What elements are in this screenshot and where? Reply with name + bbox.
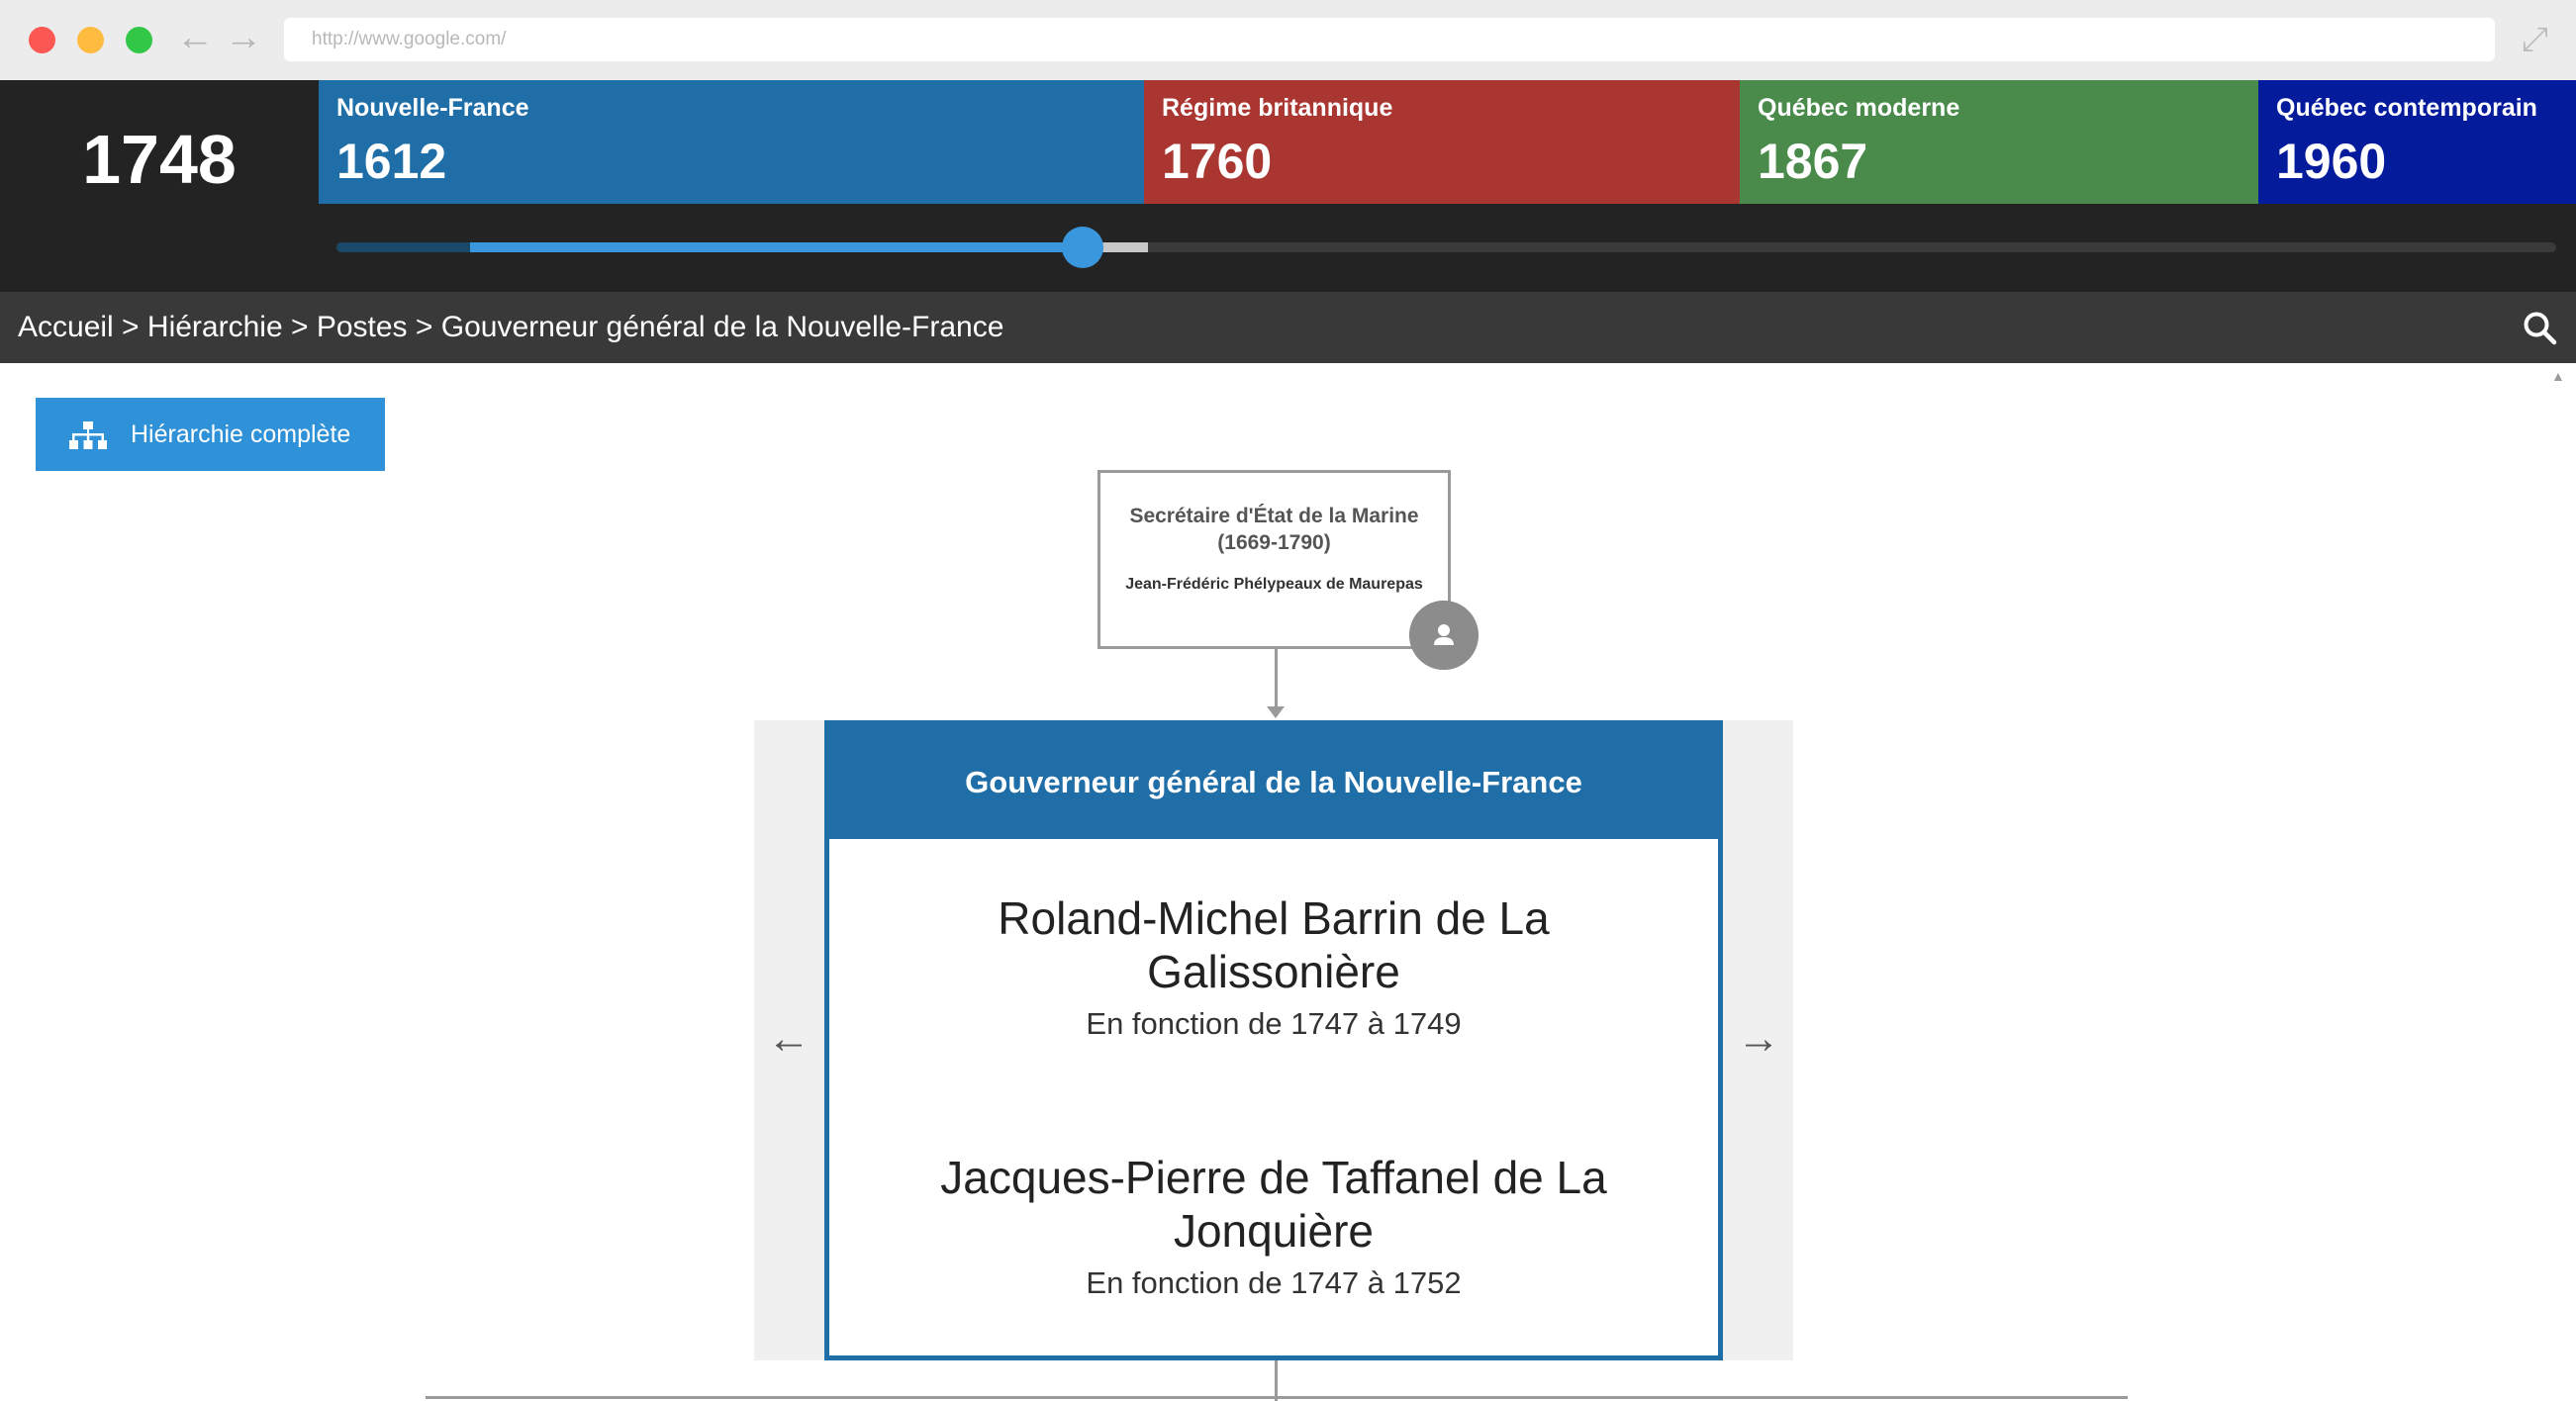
timeline-slider-past — [336, 242, 470, 252]
post-card: Gouverneur général de la Nouvelle-France… — [824, 720, 1723, 1360]
browser-chrome: ← → http://www.google.com/ ⤢ — [0, 0, 2576, 80]
breadcrumb-home[interactable]: Accueil — [18, 311, 114, 343]
era-regime-britannique[interactable]: Régime britannique 1760 — [1144, 80, 1740, 204]
current-year: 1748 — [82, 121, 237, 198]
parent-post-holder: Jean-Frédéric Phélypeaux de Maurepas — [1125, 576, 1423, 593]
breadcrumb-hierarchy[interactable]: Hiérarchie — [147, 311, 283, 343]
era-quebec-moderne[interactable]: Québec moderne 1867 — [1740, 80, 2258, 204]
minimize-window-button[interactable] — [77, 27, 104, 53]
connector-arrow-icon — [1267, 706, 1285, 718]
era-nouvelle-france[interactable]: Nouvelle-France 1612 — [319, 80, 1144, 204]
forward-arrow-icon[interactable]: → — [225, 18, 262, 57]
era-name: Régime britannique — [1162, 94, 1393, 122]
parent-post-card[interactable]: Secrétaire d'État de la Marine (1669-179… — [1097, 470, 1451, 649]
holder-term: En fonction de 1747 à 1749 — [1086, 1006, 1462, 1041]
post-holder[interactable]: Jacques-Pierre de Taffanel de La Jonquiè… — [829, 1151, 1718, 1301]
era-name: Québec contemporain — [2276, 94, 2537, 122]
hierarchy-connector — [1275, 1360, 1278, 1401]
maximize-window-button[interactable] — [126, 27, 152, 53]
era-name: Québec moderne — [1758, 94, 1960, 122]
back-arrow-icon[interactable]: ← — [176, 18, 214, 57]
timeline-header: 1748 Nouvelle-France 1612 Régime britann… — [0, 80, 2576, 292]
breadcrumb-posts[interactable]: Postes — [317, 311, 408, 343]
url-bar[interactable]: http://www.google.com/ — [284, 18, 2495, 61]
user-icon[interactable] — [1409, 601, 1479, 670]
breadcrumb-current: Gouverneur général de la Nouvelle-France — [440, 311, 1004, 343]
era-year: 1867 — [1758, 134, 1868, 189]
holder-name: Jacques-Pierre de Taffanel de La Jonquiè… — [940, 1152, 1607, 1257]
holder-term: En fonction de 1747 à 1752 — [1086, 1265, 1462, 1300]
era-name: Nouvelle-France — [336, 94, 529, 122]
full-hierarchy-button[interactable]: Hiérarchie complète — [36, 398, 385, 471]
org-chart-icon — [69, 421, 107, 449]
breadcrumb-separator: > — [113, 311, 147, 343]
holder-name: Roland-Michel Barrin de La Galissonière — [998, 892, 1550, 997]
era-year: 1612 — [336, 134, 447, 189]
close-window-button[interactable] — [29, 27, 55, 53]
timeline-slider-handle[interactable] — [1062, 227, 1103, 268]
breadcrumb-separator: > — [407, 311, 441, 343]
era-quebec-contemporain[interactable]: Québec contemporain 1960 — [2258, 80, 2576, 204]
post-holder[interactable]: Roland-Michel Barrin de La Galissonière … — [829, 891, 1718, 1042]
era-year: 1760 — [1162, 134, 1273, 189]
hierarchy-connector — [1275, 649, 1278, 710]
children-connector-line — [426, 1396, 2128, 1399]
breadcrumb-separator: > — [282, 311, 317, 343]
breadcrumb-bar: Accueil > Hiérarchie > Postes > Gouverne… — [0, 292, 2576, 363]
search-icon[interactable] — [2522, 310, 2557, 345]
arrow-left-icon[interactable]: ← — [767, 1014, 811, 1064]
parent-post-title: Secrétaire d'État de la Marine (1669-179… — [1129, 505, 1419, 554]
era-year: 1960 — [2276, 134, 2387, 189]
breadcrumb: Accueil > Hiérarchie > Postes > Gouverne… — [18, 292, 1003, 363]
scroll-up-arrow-icon[interactable]: ▲ — [2551, 368, 2565, 384]
full-hierarchy-label: Hiérarchie complète — [131, 420, 351, 448]
expand-icon[interactable]: ⤢ — [2522, 22, 2548, 57]
arrow-right-icon[interactable]: → — [1737, 1014, 1780, 1064]
timeline-slider-range — [470, 242, 1084, 252]
post-title: Gouverneur général de la Nouvelle-France — [829, 725, 1718, 839]
